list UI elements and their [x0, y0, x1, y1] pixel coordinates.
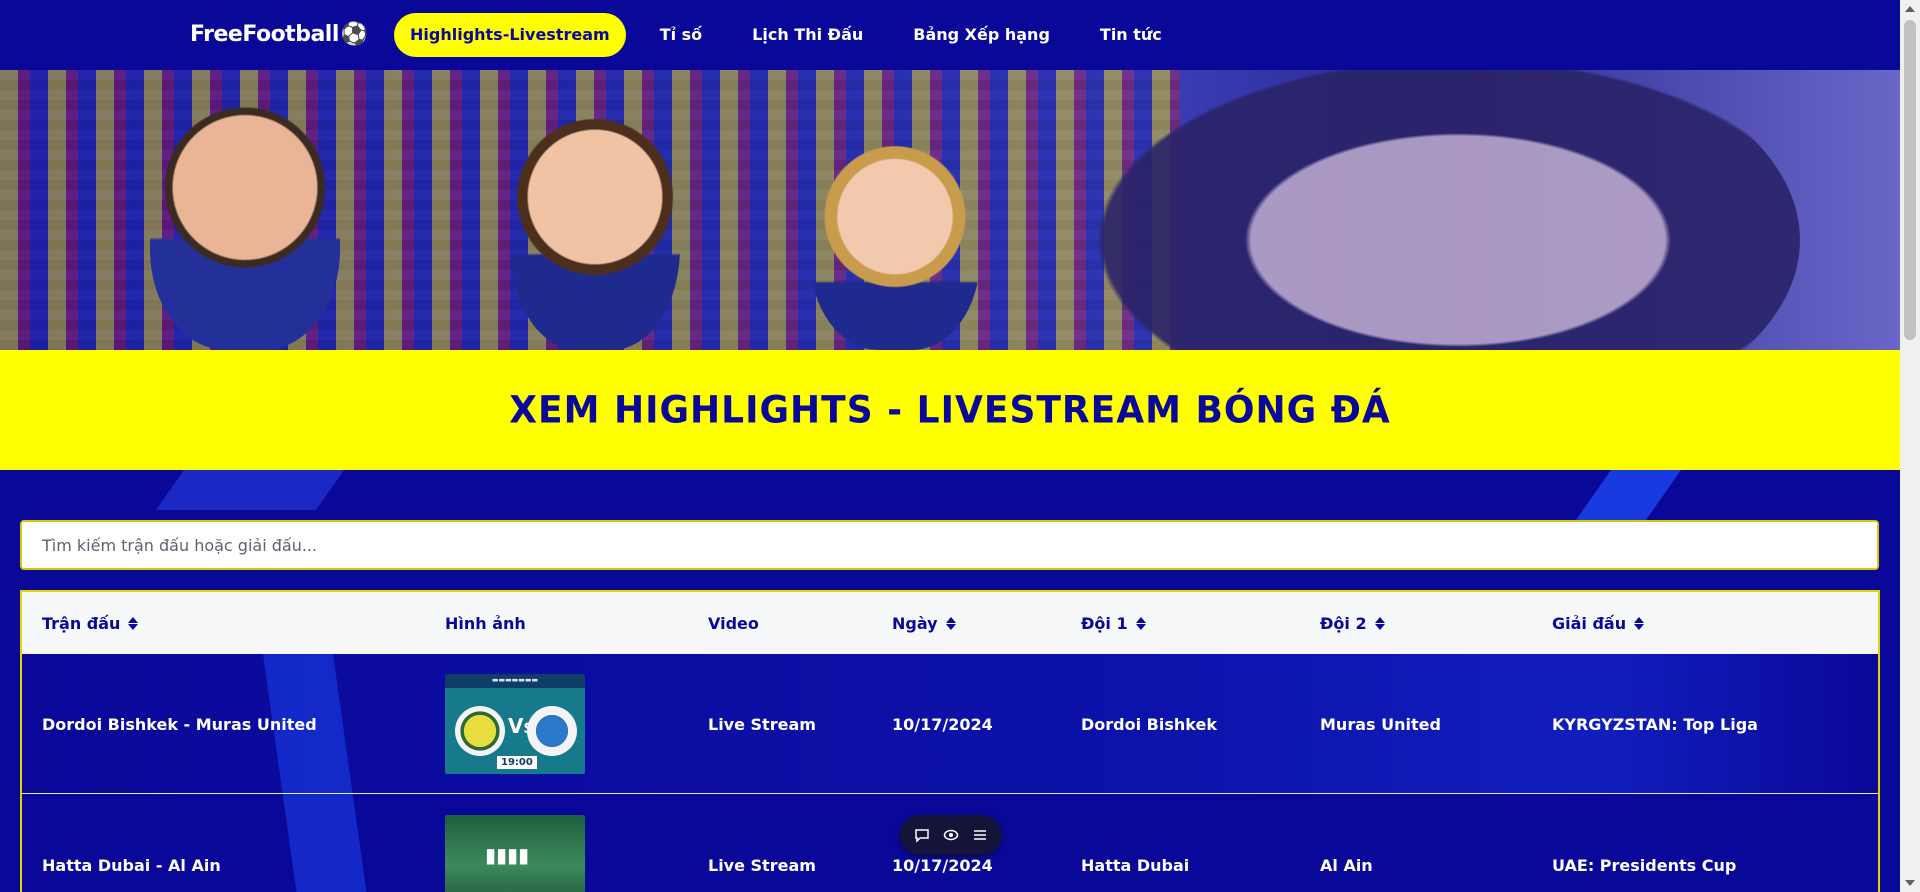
team-crest-icon	[527, 706, 577, 756]
league-name: UAE: Presidents Cup	[1552, 856, 1737, 875]
sort-icon	[1634, 616, 1645, 630]
nav-link-standings[interactable]: Bảng Xếp hạng	[897, 13, 1066, 57]
thumbnail-header-bar: ▬▬▬▬▬▬▬	[491, 676, 539, 684]
column-header-label: Đội 2	[1320, 613, 1367, 633]
column-header-video: Video	[708, 592, 759, 654]
site-logo[interactable]: FreeFootball ⚽	[190, 22, 368, 47]
chat-bubble-icon[interactable]	[913, 826, 931, 844]
scroll-up-arrow-icon[interactable]	[1905, 6, 1915, 12]
sort-icon	[945, 616, 956, 630]
page-scrollbar[interactable]	[1900, 0, 1920, 892]
floating-toolbar	[900, 815, 1002, 855]
hero-player-2	[510, 95, 680, 350]
background-streak	[155, 470, 345, 510]
table-row[interactable]: Dordoi Bishkek - Muras United ▬▬▬▬▬▬▬ VS…	[22, 654, 1878, 794]
search-input[interactable]	[20, 520, 1879, 570]
video-link[interactable]: Live Stream	[708, 856, 816, 875]
team2-name: Muras United	[1320, 715, 1441, 734]
column-header-label: Giải đấu	[1552, 613, 1627, 633]
nav-link-news[interactable]: Tin tức	[1084, 13, 1178, 57]
column-header-image: Hình ảnh	[445, 592, 526, 654]
eye-toggle-icon[interactable]	[942, 826, 960, 844]
kickoff-time: 19:00	[497, 756, 537, 769]
nav-links: Highlights-Livestream Tỉ số Lịch Thi Đấu…	[394, 13, 1196, 57]
match-thumbnail[interactable]: ▮▮▮▮	[445, 815, 585, 892]
soccer-ball-icon: ⚽	[340, 22, 368, 47]
column-header-label: Đội 1	[1081, 613, 1128, 633]
top-navbar: FreeFootball ⚽ Highlights-Livestream Tỉ …	[0, 0, 1900, 70]
hero-player-3	[810, 120, 980, 350]
hero-player-1	[150, 100, 340, 350]
column-header-team2[interactable]: Đội 2	[1320, 592, 1385, 654]
match-date: 10/17/2024	[892, 715, 993, 734]
scroll-down-arrow-icon[interactable]	[1905, 880, 1915, 886]
site-logo-text: FreeFootball	[190, 22, 339, 47]
column-header-team1[interactable]: Đội 1	[1081, 592, 1146, 654]
channel-logo: ▮▮▮▮	[485, 843, 530, 867]
column-header-date[interactable]: Ngày	[892, 592, 956, 654]
team1-name: Hatta Dubai	[1081, 856, 1190, 875]
match-name[interactable]: Dordoi Bishkek - Muras United	[42, 715, 317, 734]
page-title: XEM HIGHLIGHTS - LIVESTREAM BÓNG ĐÁ	[509, 388, 1391, 432]
hero-coach	[1040, 70, 1800, 350]
team-crest-icon	[455, 706, 505, 756]
hero-image	[0, 70, 1900, 350]
match-name[interactable]: Hatta Dubai - Al Ain	[42, 856, 221, 875]
column-header-league[interactable]: Giải đấu	[1552, 592, 1645, 654]
column-header-label: Hình ảnh	[445, 613, 526, 633]
team2-name: Al Ain	[1320, 856, 1373, 875]
nav-link-highlights-livestream[interactable]: Highlights-Livestream	[394, 13, 626, 57]
league-name: KYRGYZSTAN: Top Liga	[1552, 715, 1758, 734]
column-header-label: Video	[708, 613, 759, 633]
page-banner: XEM HIGHLIGHTS - LIVESTREAM BÓNG ĐÁ	[0, 350, 1900, 470]
nav-link-scores[interactable]: Tỉ số	[644, 13, 718, 57]
menu-icon[interactable]	[971, 826, 989, 844]
column-header-match[interactable]: Trận đấu	[42, 592, 139, 654]
team1-name: Dordoi Bishkek	[1081, 715, 1217, 734]
sort-icon	[1135, 616, 1146, 630]
scrollbar-thumb[interactable]	[1904, 20, 1916, 340]
match-thumbnail[interactable]: ▬▬▬▬▬▬▬ VS 19:00	[445, 674, 585, 774]
sort-icon	[128, 616, 139, 630]
column-header-label: Trận đấu	[42, 613, 121, 633]
video-link[interactable]: Live Stream	[708, 715, 816, 734]
nav-link-schedule[interactable]: Lịch Thi Đấu	[736, 13, 879, 57]
match-date: 10/17/2024	[892, 856, 993, 875]
sort-icon	[1374, 616, 1385, 630]
table-header: Trận đấu Hình ảnh Video Ngày Đội 1 Đội 2…	[22, 592, 1878, 654]
column-header-label: Ngày	[892, 613, 938, 633]
